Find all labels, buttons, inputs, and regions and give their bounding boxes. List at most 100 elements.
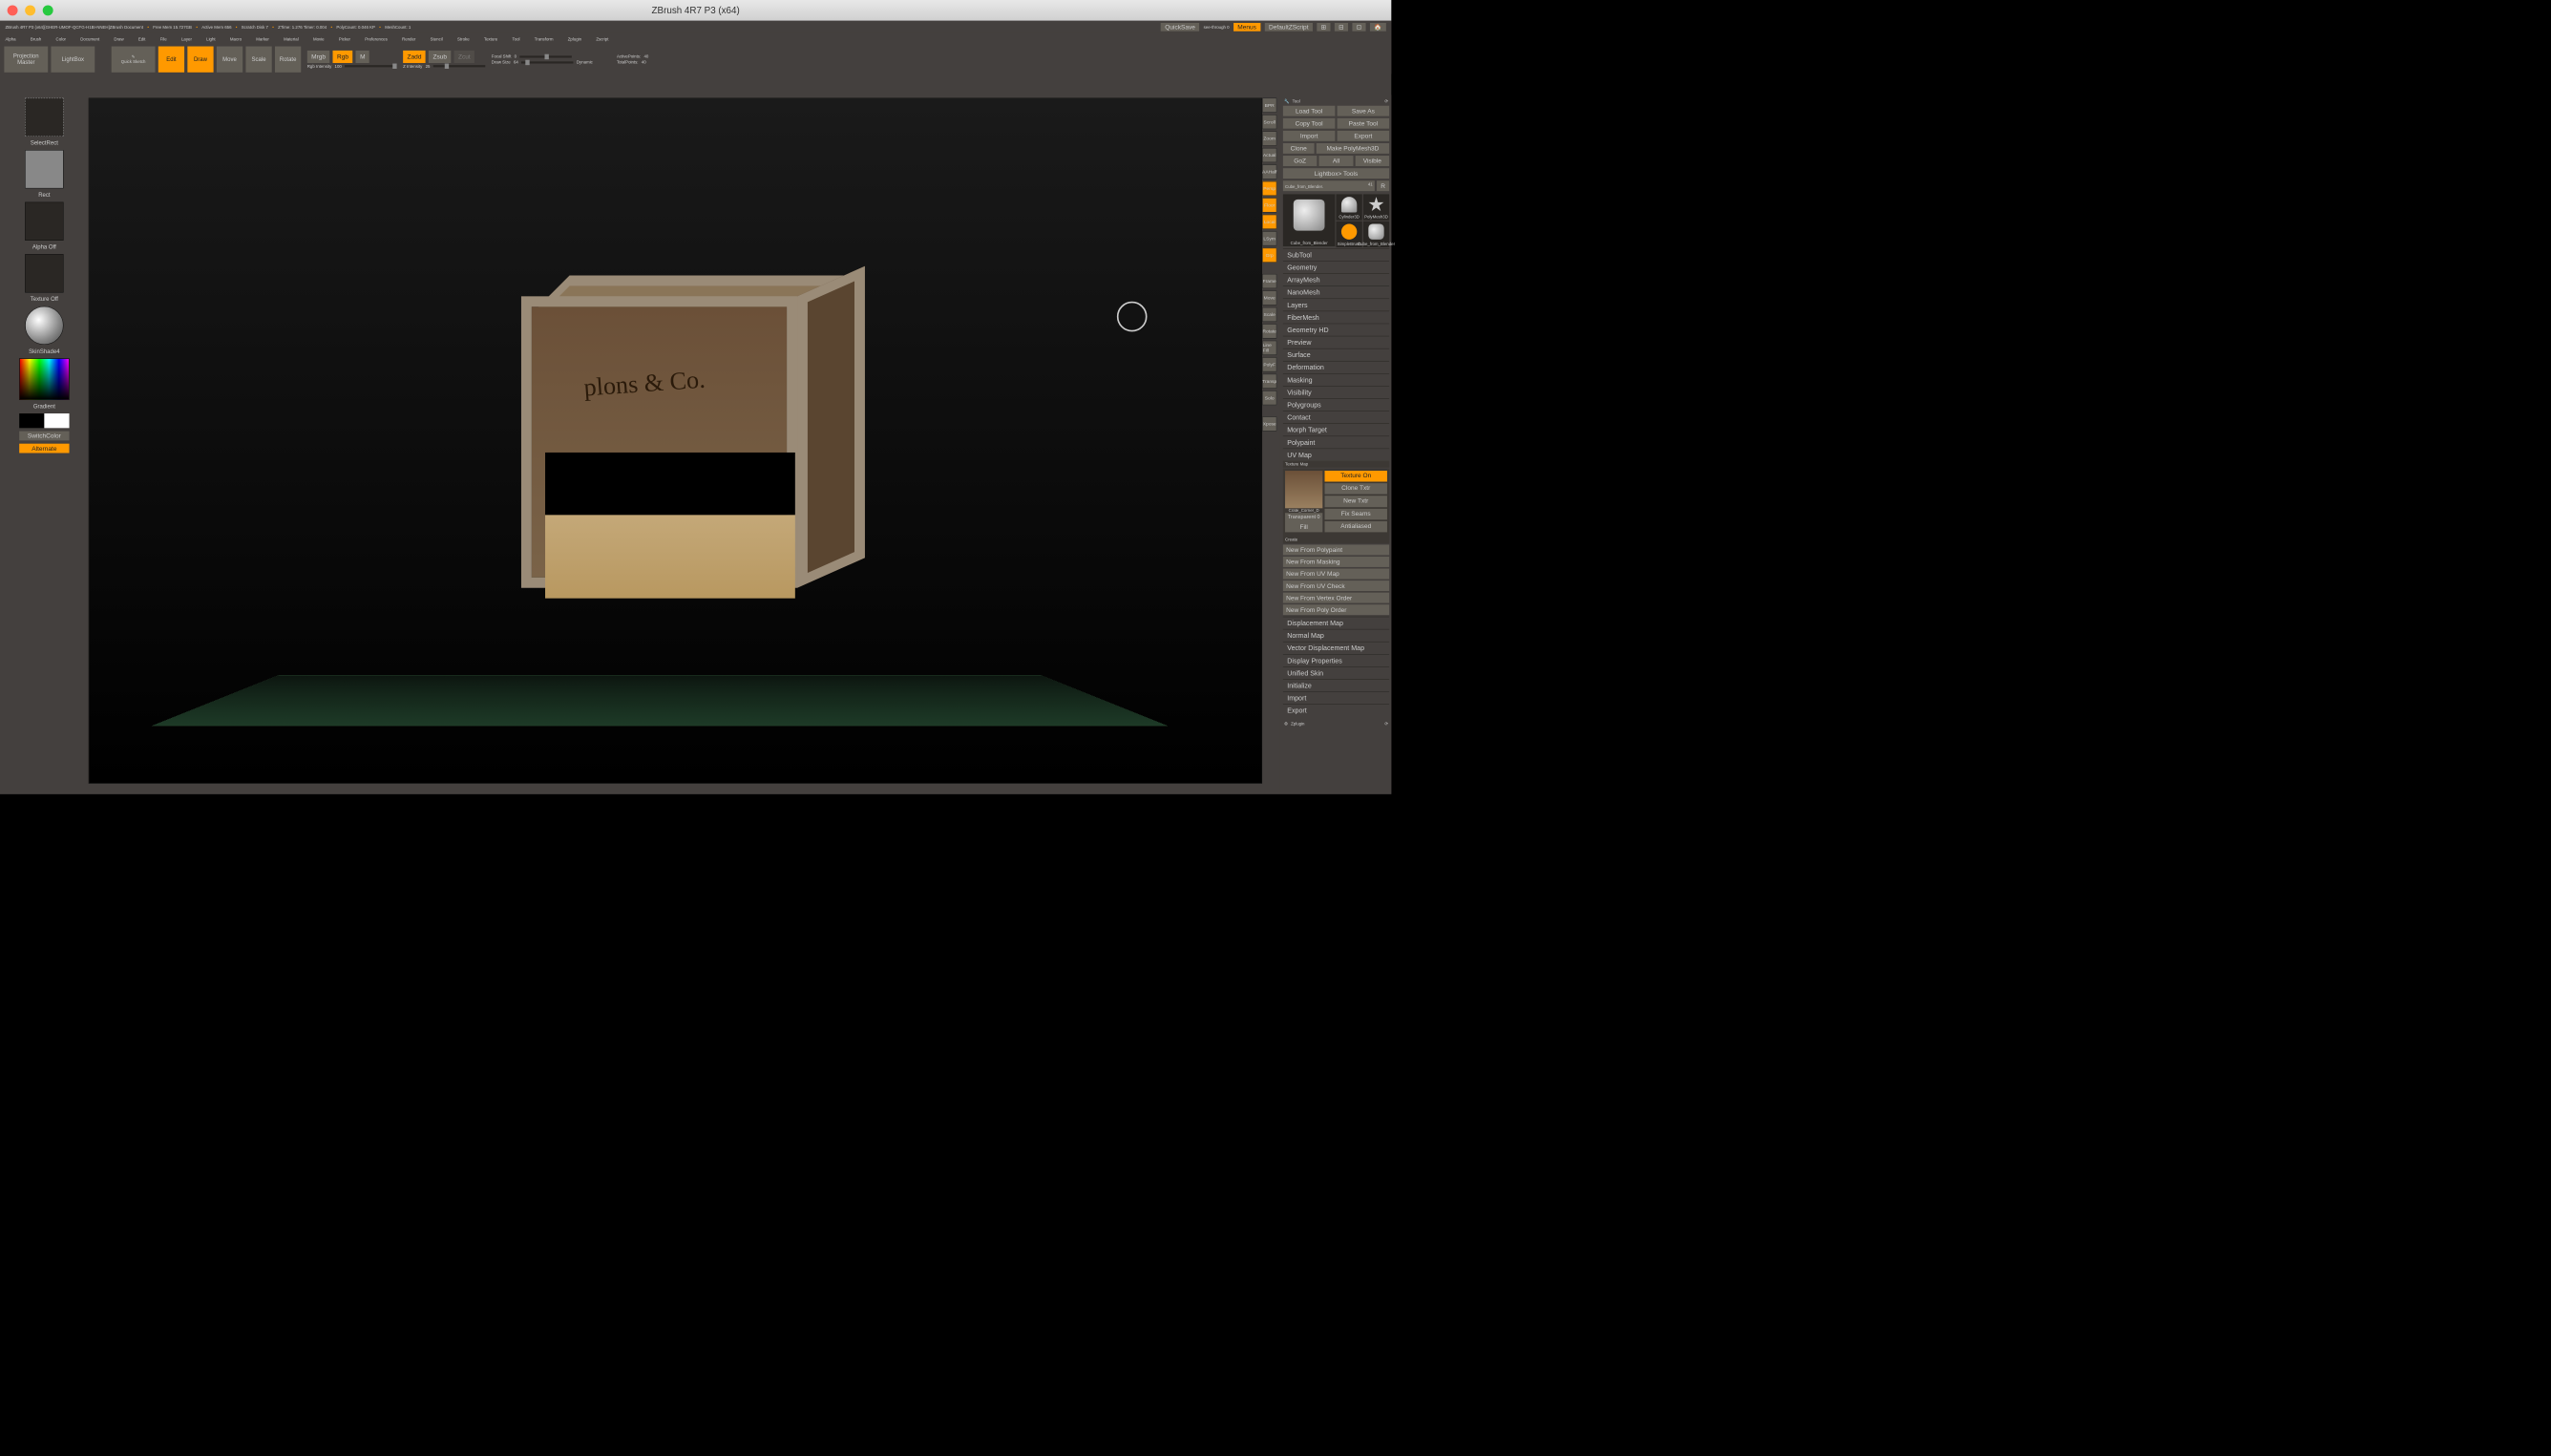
goz-button[interactable]: GoZ <box>1283 156 1318 166</box>
rotate-mode-button[interactable]: Rotate <box>275 47 301 73</box>
antialiased-button[interactable]: Antialiased <box>1324 521 1386 533</box>
minimize-icon[interactable] <box>25 5 35 15</box>
zsub-button[interactable]: Zsub <box>429 51 451 63</box>
menu-file[interactable]: File <box>160 36 167 41</box>
home-button[interactable]: 🏠 <box>1370 23 1386 32</box>
projection-master-button[interactable]: Projection Master <box>4 47 48 73</box>
accordion-vector-displacement-map[interactable]: Vector Displacement Map <box>1283 642 1389 654</box>
lightbox-button[interactable]: LightBox <box>51 47 95 73</box>
m-button[interactable]: M <box>356 51 369 63</box>
menu-picker[interactable]: Picker <box>339 36 350 41</box>
accordion-morph-target[interactable]: Morph Target <box>1283 423 1389 435</box>
texture-thumbnail[interactable] <box>1285 471 1322 508</box>
accordion-geometry[interactable]: Geometry <box>1283 261 1389 273</box>
vp-move-button[interactable]: Move <box>1262 290 1276 305</box>
primary-color[interactable] <box>44 413 69 428</box>
layout-button-2[interactable]: ⊟ <box>1335 23 1348 32</box>
menu-light[interactable]: Light <box>206 36 215 41</box>
accordion-contact[interactable]: Contact <box>1283 411 1389 423</box>
create-new-from-masking-button[interactable]: New From Masking <box>1283 557 1389 567</box>
dynamic-label[interactable]: Dynamic <box>577 60 593 65</box>
create-header[interactable]: Create <box>1283 535 1389 544</box>
accordion-fibermesh[interactable]: FiberMesh <box>1283 311 1389 324</box>
create-new-from-poly-order-button[interactable]: New From Poly Order <box>1283 604 1389 615</box>
create-new-from-uv-check-button[interactable]: New From UV Check <box>1283 580 1389 591</box>
load-tool-button[interactable]: Load Tool <box>1283 106 1336 116</box>
transparent-slider[interactable]: Transparent 0 <box>1285 513 1322 521</box>
lightbox-tools-button[interactable]: Lightbox> Tools <box>1283 168 1389 179</box>
scale-mode-button[interactable]: Scale <box>245 47 271 73</box>
vp-bpr-button[interactable]: BPR <box>1262 98 1276 113</box>
menu-material[interactable]: Material <box>284 36 299 41</box>
accordion-polygroups[interactable]: Polygroups <box>1283 398 1389 411</box>
clone-button[interactable]: Clone <box>1283 143 1315 154</box>
vp-xpose-button[interactable]: Xpose <box>1262 416 1276 431</box>
new-txtr-button[interactable]: New Txtr <box>1324 496 1386 507</box>
vp-frame-button[interactable]: Frame <box>1262 274 1276 288</box>
vp-persp-button[interactable]: Persp <box>1262 181 1276 196</box>
maximize-icon[interactable] <box>43 5 53 15</box>
z-intensity-slider[interactable] <box>433 65 486 67</box>
accordion-unified-skin[interactable]: Unified Skin <box>1283 666 1389 679</box>
quicksketch-button[interactable]: ✎Quick Sketch <box>112 47 156 73</box>
tool-tile-cube2[interactable]: Cube_from_Blender <box>1363 222 1389 247</box>
accordion-subtool[interactable]: SubTool <box>1283 248 1389 261</box>
create-new-from-polypaint-button[interactable]: New From Polypaint <box>1283 544 1389 555</box>
menu-transform[interactable]: Transform <box>535 36 554 41</box>
vp-line-fill-button[interactable]: Line Fill <box>1262 341 1276 355</box>
focal-shift-slider[interactable] <box>519 55 572 57</box>
accordion-import[interactable]: Import <box>1283 691 1389 704</box>
current-tool-name[interactable]: Cube_from_Blender.41 <box>1283 180 1375 191</box>
move-mode-button[interactable]: Move <box>217 47 242 73</box>
gradient-label[interactable]: Gradient <box>3 403 85 411</box>
color-picker[interactable] <box>19 358 69 400</box>
menu-movie[interactable]: Movie <box>313 36 325 41</box>
edit-mode-button[interactable]: Edit <box>158 47 184 73</box>
goz-visible-button[interactable]: Visible <box>1355 156 1389 166</box>
menu-preferences[interactable]: Preferences <box>365 36 388 41</box>
menu-zscript[interactable]: Zscript <box>596 36 608 41</box>
vp-grp-button[interactable]: Grp <box>1262 248 1276 263</box>
vp-transp-button[interactable]: Transp <box>1262 374 1276 389</box>
zadd-button[interactable]: Zadd <box>403 51 426 63</box>
menu-stroke[interactable]: Stroke <box>457 36 470 41</box>
fix-seams-button[interactable]: Fix Seams <box>1324 509 1386 520</box>
tool-tile-current[interactable]: Cube_from_Blender <box>1283 194 1336 246</box>
vp-solo-button[interactable]: Solo <box>1262 390 1276 405</box>
menu-stencil[interactable]: Stencil <box>431 36 443 41</box>
menu-macro[interactable]: Macro <box>230 36 242 41</box>
accordion-displacement-map[interactable]: Displacement Map <box>1283 617 1389 629</box>
import-button[interactable]: Import <box>1283 131 1336 141</box>
menu-texture[interactable]: Texture <box>484 36 497 41</box>
menu-edit[interactable]: Edit <box>138 36 146 41</box>
zplugin-header[interactable]: ⚙ Zplugin ⟳ <box>1283 720 1389 728</box>
vp-polyf-button[interactable]: PolyF <box>1262 357 1276 371</box>
goz-all-button[interactable]: All <box>1319 156 1354 166</box>
layout-button[interactable]: ⊞ <box>1317 23 1330 32</box>
accordion-nanomesh[interactable]: NanoMesh <box>1283 285 1389 298</box>
accordion-layers[interactable]: Layers <box>1283 299 1389 311</box>
vp-zoom-button[interactable]: Zoom <box>1262 131 1276 145</box>
texture-map-header[interactable]: Texture Map <box>1283 461 1389 468</box>
clone-txtr-button[interactable]: Clone Txtr <box>1324 483 1386 495</box>
color-swatches[interactable] <box>19 413 69 428</box>
menu-zplugin[interactable]: Zplugin <box>568 36 581 41</box>
fill-button[interactable]: Fill <box>1285 521 1322 532</box>
seethrough-slider[interactable]: see-through 0 <box>1204 25 1230 30</box>
material-thumb[interactable] <box>25 306 63 345</box>
mrgb-button[interactable]: Mrgb <box>307 51 330 63</box>
alternate-button[interactable]: Alternate <box>19 444 69 454</box>
vp-rotate-button[interactable]: Rotate <box>1262 324 1276 338</box>
r-button[interactable]: R <box>1377 180 1389 191</box>
accordion-preview[interactable]: Preview <box>1283 336 1389 348</box>
accordion-display-properties[interactable]: Display Properties <box>1283 654 1389 666</box>
vp-floor-button[interactable]: Floor <box>1262 198 1276 212</box>
menu-layer[interactable]: Layer <box>181 36 192 41</box>
draw-mode-button[interactable]: Draw <box>187 47 213 73</box>
rgb-button[interactable]: Rgb <box>333 51 353 63</box>
create-new-from-uv-map-button[interactable]: New From UV Map <box>1283 569 1389 580</box>
menu-draw[interactable]: Draw <box>114 36 123 41</box>
export-button[interactable]: Export <box>1338 131 1390 141</box>
rgb-intensity-slider[interactable] <box>345 65 397 67</box>
vp-actual-button[interactable]: Actual <box>1262 148 1276 162</box>
